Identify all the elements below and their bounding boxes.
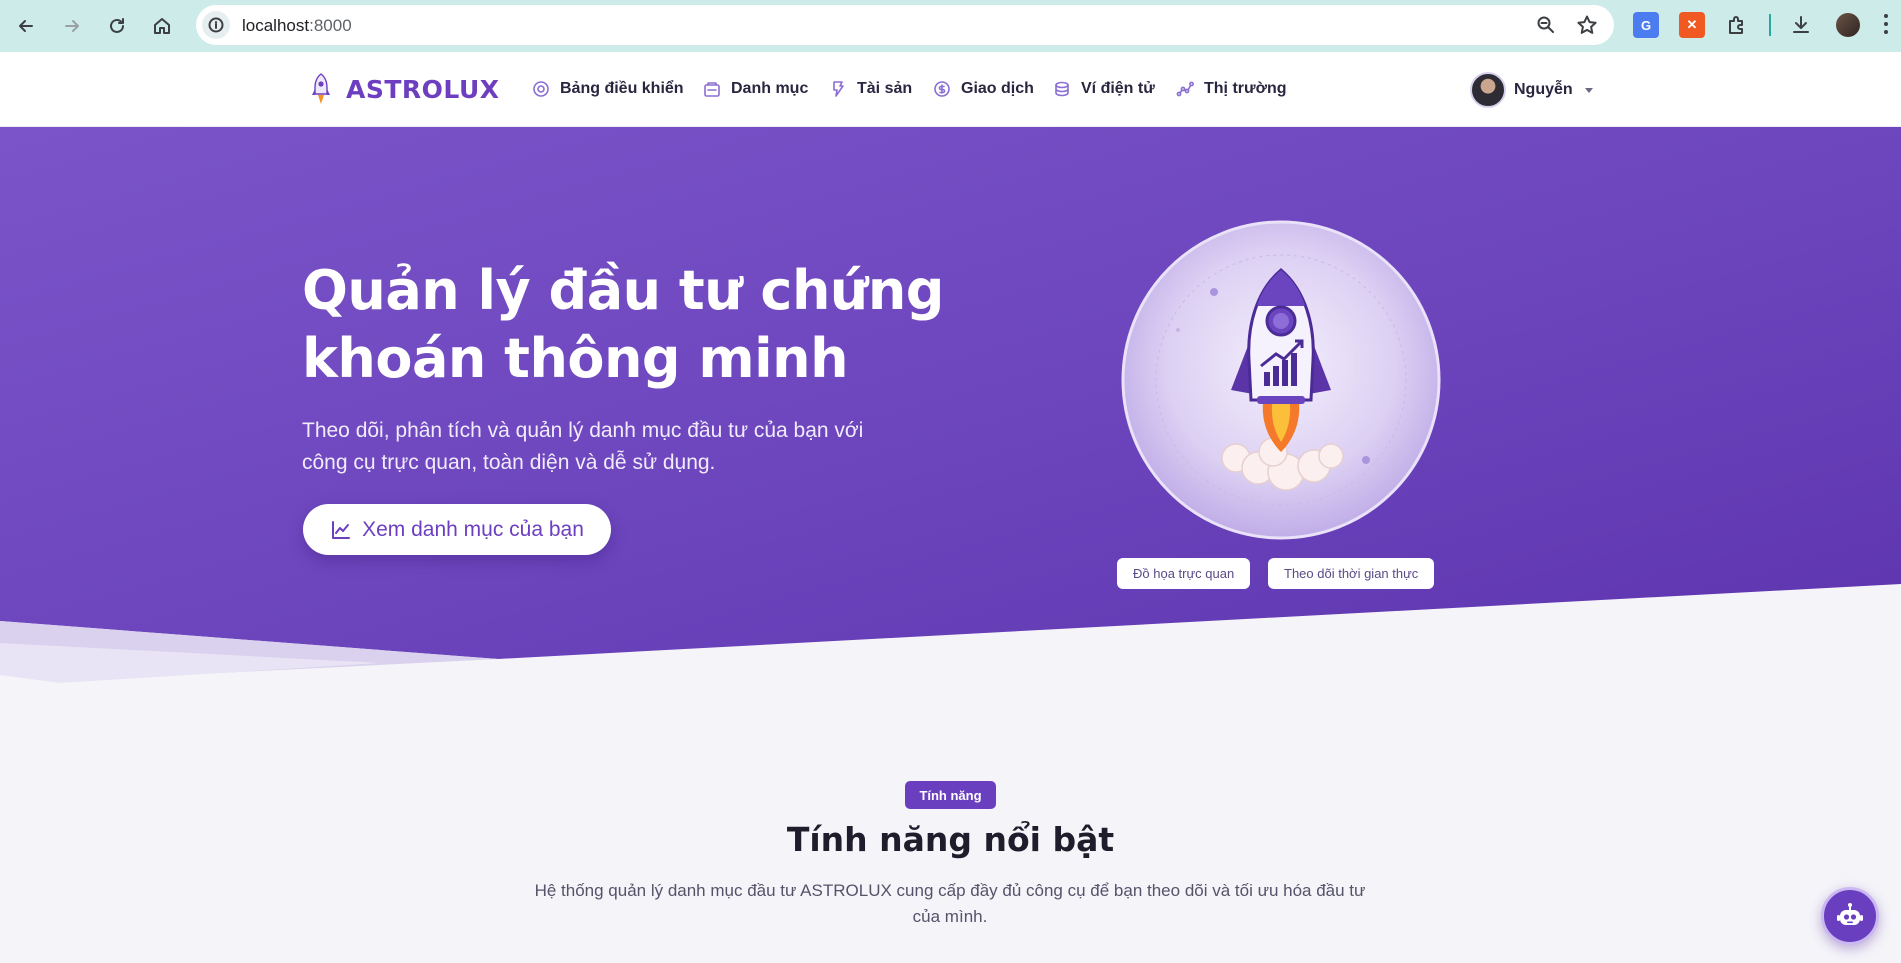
reload-button[interactable] — [103, 12, 131, 40]
rocket-illustration — [1121, 220, 1441, 540]
nav-wallet-label: Ví điện tử — [1081, 80, 1155, 97]
realtime-tracking-tag[interactable]: Theo dõi thời gian thực — [1268, 558, 1435, 589]
nav-assets[interactable]: Tài sản — [829, 80, 912, 98]
brand-link[interactable]: ASTROLUX — [308, 72, 500, 106]
nav-transactions[interactable]: Giao dịch — [933, 80, 1034, 98]
browser-menu-icon[interactable] — [1884, 14, 1888, 36]
nav-dashboard[interactable]: Bảng điều khiển — [532, 80, 684, 98]
hero-subtitle: Theo dõi, phân tích và quản lý danh mục … — [302, 415, 922, 479]
site-navbar: ASTROLUX Bảng điều khiển Danh mục Tài sả… — [0, 52, 1901, 127]
forward-arrow-icon — [65, 20, 79, 32]
browser-toolbar: localhost:8000 G ✕ — [0, 0, 1901, 52]
home-button[interactable] — [148, 12, 176, 40]
view-portfolio-label: Xem danh mục của bạn — [362, 517, 584, 541]
hero-title-line-2: khoán thông minh — [302, 327, 849, 390]
url-port: :8000 — [309, 16, 352, 35]
back-arrow-icon — [19, 20, 33, 32]
brand-name: ASTROLUX — [346, 74, 500, 104]
view-portfolio-button[interactable]: Xem danh mục của bạn — [303, 504, 611, 555]
nav-market[interactable]: Thị trường — [1176, 80, 1287, 98]
robot-icon — [1837, 903, 1863, 925]
nav-wallet[interactable]: Ví điện tử — [1053, 80, 1155, 98]
nav-market-label: Thị trường — [1204, 80, 1287, 97]
user-menu[interactable]: Nguyễn — [1470, 72, 1593, 108]
market-icon — [1176, 80, 1194, 98]
features-badge: Tính năng — [905, 781, 996, 809]
hero-title-line-1: Quản lý đầu tư chứng — [302, 259, 944, 322]
home-icon — [154, 18, 170, 34]
dashboard-icon — [532, 80, 550, 98]
extensions-puzzle-icon[interactable] — [1724, 12, 1750, 38]
visual-graphics-tag[interactable]: Đồ họa trực quan — [1117, 558, 1251, 589]
nav-portfolio-label: Danh mục — [731, 80, 809, 97]
features-description: Hệ thống quản lý danh mục đầu tư ASTROLU… — [534, 881, 1366, 926]
transaction-icon — [933, 80, 951, 98]
nav-dashboard-label: Bảng điều khiển — [560, 80, 684, 97]
translate-extension-icon[interactable]: G — [1633, 12, 1659, 38]
user-name: Nguyễn — [1514, 81, 1573, 98]
portfolio-icon — [703, 80, 721, 98]
downloads-icon[interactable] — [1788, 12, 1814, 38]
features-title: Tính năng nổi bật — [786, 820, 1115, 859]
nav-assets-label: Tài sản — [857, 80, 913, 97]
orange-extension-icon[interactable]: ✕ — [1679, 12, 1705, 38]
user-avatar — [1470, 72, 1506, 108]
hero-title: Quản lý đầu tư chứng khoán thông minh — [302, 257, 1022, 393]
nav-transactions-label: Giao dịch — [961, 80, 1034, 97]
address-bar[interactable]: localhost:8000 — [196, 5, 1614, 45]
nav-portfolio[interactable]: Danh mục — [703, 80, 808, 98]
chart-line-icon — [332, 520, 351, 539]
rocket-logo-icon — [312, 73, 330, 104]
assets-icon — [829, 80, 847, 98]
hero-subtitle-line-1: Theo dõi, phân tích và quản lý danh mục … — [302, 419, 864, 442]
site-info-icon[interactable] — [202, 11, 230, 39]
url-text: localhost:8000 — [242, 16, 352, 36]
toolbar-divider — [1769, 14, 1771, 36]
hero-background — [0, 127, 1901, 687]
chatbot-button[interactable] — [1821, 887, 1879, 945]
url-host: localhost — [242, 16, 310, 35]
back-button[interactable] — [12, 12, 40, 40]
zoom-icon[interactable] — [1536, 15, 1556, 40]
hero-subtitle-line-2: công cụ trực quan, toàn diện và dễ sử dụ… — [302, 451, 716, 474]
bookmark-star-icon[interactable] — [1576, 14, 1598, 41]
reload-icon — [110, 18, 124, 33]
chevron-down-icon — [1584, 87, 1593, 93]
hero-section: Quản lý đầu tư chứng khoán thông minh Th… — [0, 127, 1901, 687]
wallet-icon — [1053, 80, 1071, 98]
forward-button[interactable] — [58, 12, 86, 40]
profile-avatar[interactable] — [1836, 13, 1860, 37]
